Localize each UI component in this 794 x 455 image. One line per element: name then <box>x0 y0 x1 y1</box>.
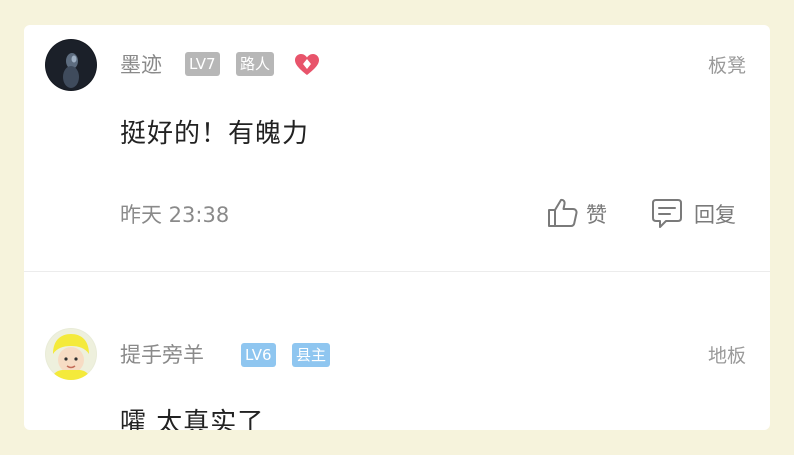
reply-button[interactable]: 回复 <box>650 197 750 229</box>
like-button[interactable]: 赞 <box>546 197 616 229</box>
title-badge: 路人 <box>236 52 275 76</box>
heart-badge-icon <box>295 54 319 75</box>
username[interactable]: 提手旁羊 <box>120 339 204 369</box>
comment-card: 墨迹 LV7 路人 板凳 挺好的！有魄力 昨天 23:38 赞 回复 提手旁羊 … <box>24 25 770 430</box>
timestamp: 昨天 23:38 <box>120 203 230 227</box>
comment-text: 嚯 太真实了 <box>120 408 265 430</box>
avatar[interactable] <box>45 328 97 380</box>
comment-icon <box>652 199 682 228</box>
reply-label: 回复 <box>694 203 736 227</box>
comment-text: 挺好的！有魄力 <box>120 119 310 149</box>
avatar[interactable] <box>45 39 97 91</box>
title-badge: 县主 <box>292 343 331 367</box>
level-badge: LV6 <box>241 343 276 367</box>
floor-label: 板凳 <box>707 55 746 77</box>
comment-item: 提手旁羊 LV6 县主 地板 嚯 太真实了 <box>24 272 770 430</box>
level-badge: LV7 <box>185 52 220 76</box>
floor-label: 地板 <box>707 345 746 367</box>
thumbs-up-icon <box>548 198 578 227</box>
like-label: 赞 <box>586 203 607 227</box>
username[interactable]: 墨迹 <box>120 49 162 79</box>
comment-item: 墨迹 LV7 路人 板凳 挺好的！有魄力 昨天 23:38 赞 回复 <box>24 25 770 271</box>
